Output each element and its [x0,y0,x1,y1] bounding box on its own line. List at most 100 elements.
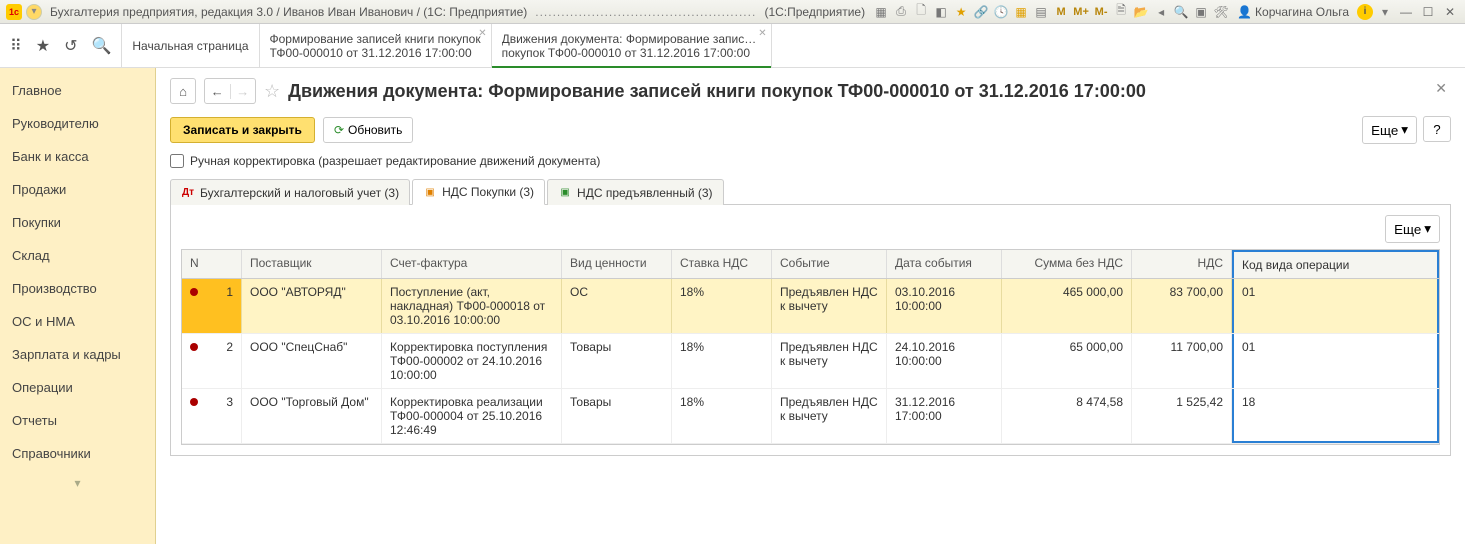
doc-icon[interactable]: 🗋 [913,4,929,20]
back-small-icon[interactable]: ◂ [1153,4,1169,20]
close-window-button[interactable]: ✕ [1441,4,1459,20]
register-icon: ▣ [423,185,437,199]
memory-m[interactable]: M [1053,4,1069,20]
manual-correction-checkbox[interactable] [170,154,184,168]
sidebar-item-manager[interactable]: Руководителю [0,107,155,140]
sidebar-item-assets[interactable]: ОС и НМА [0,305,155,338]
sidebar-item-bank[interactable]: Банк и касса [0,140,155,173]
print-icon[interactable]: ⎙ [893,4,909,20]
col-invoice[interactable]: Счет-фактура [382,250,562,278]
col-vat[interactable]: НДС [1132,250,1232,278]
compare-icon[interactable]: ◧ [933,4,949,20]
apps-icon[interactable]: ⠿ [10,36,22,56]
col-date[interactable]: Дата события [887,250,1002,278]
inner-tab-vat-presented[interactable]: ▣ НДС предъявленный (3) [547,179,723,205]
accounting-icon: Дт [181,186,195,200]
tab-movements[interactable]: Движения документа: Формирование записей… [492,24,772,67]
save-close-button[interactable]: Записать и закрыть [170,117,315,143]
link-icon[interactable]: 🔗 [973,4,989,20]
sidebar-item-salary[interactable]: Зарплата и кадры [0,338,155,371]
col-n[interactable]: N [182,250,242,278]
sidebar-item-production[interactable]: Производство [0,272,155,305]
maximize-button[interactable]: ☐ [1419,4,1437,20]
search-icon[interactable]: 🔍 [91,36,111,56]
info-icon[interactable]: i [1357,4,1373,20]
tab-label: Движения документа: Формирование записей… [502,32,761,46]
table-row[interactable]: 2 ООО "СпецСнаб" Корректировка поступлен… [182,334,1439,389]
tab-label: покупок ТФ00-000010 от 31.12.2016 17:00:… [502,46,761,60]
sidebar-item-operations[interactable]: Операции [0,371,155,404]
memory-mminus[interactable]: M- [1093,4,1109,20]
nav-buttons: ← → [204,78,256,104]
col-sum[interactable]: Сумма без НДС [1002,250,1132,278]
grid-icon[interactable]: ▦ [873,4,889,20]
table-row[interactable]: 1 ООО "АВТОРЯД" Поступление (акт, наклад… [182,279,1439,334]
col-supplier[interactable]: Поставщик [242,250,382,278]
help-button[interactable]: ? [1423,116,1451,142]
row-invoice: Корректировка поступления ТФ00-000002 от… [382,334,562,388]
sidebar-item-main[interactable]: Главное [0,74,155,107]
inner-tab-label: НДС предъявленный (3) [577,186,712,200]
row-date: 31.12.2016 17:00:00 [887,389,1002,443]
row-type: ОС [562,279,672,333]
page-icon[interactable]: 🗎 [1113,4,1129,20]
calendar-icon[interactable]: ▤ [1033,4,1049,20]
row-code-cell: 01 [1232,334,1439,388]
col-event[interactable]: Событие [772,250,887,278]
inner-tab-accounting[interactable]: Дт Бухгалтерский и налоговый учет (3) [170,179,410,205]
col-code[interactable]: Код вида операции [1232,250,1439,278]
dropdown-icon[interactable]: ▾ [26,4,42,20]
back-button[interactable]: ← [205,84,231,99]
col-type[interactable]: Вид ценности [562,250,672,278]
tool-icon[interactable]: 🛠 [1213,4,1229,20]
grid-more-button[interactable]: Еще ▾ [1385,215,1440,243]
user-label[interactable]: 👤 Корчагина Ольга [1237,5,1349,19]
minimize-button[interactable]: — [1397,4,1415,20]
tab-label: Начальная страница [132,39,248,53]
sidebar-item-reports[interactable]: Отчеты [0,404,155,437]
home-button[interactable]: ⌂ [170,78,196,104]
more-button[interactable]: Еще ▾ [1362,116,1417,144]
row-dot-icon [190,288,198,296]
inner-tab-vat-purchases[interactable]: ▣ НДС Покупки (3) [412,179,545,205]
close-page-button[interactable]: ✕ [1435,80,1447,97]
tab-formation[interactable]: Формирование записей книги покупок ТФ00-… [260,24,492,67]
tab-home[interactable]: Начальная страница [122,24,259,67]
sidebar-item-purchases[interactable]: Покупки [0,206,155,239]
info-dropdown-icon[interactable]: ▾ [1377,4,1393,20]
tab-close-icon[interactable]: ✕ [758,28,766,39]
col-rate[interactable]: Ставка НДС [672,250,772,278]
sidebar-item-directories[interactable]: Справочники [0,437,155,470]
row-date: 03.10.2016 10:00:00 [887,279,1002,333]
star-icon[interactable]: ★ [953,4,969,20]
refresh-button[interactable]: ⟳ Обновить [323,117,413,143]
refresh-label: Обновить [348,123,402,137]
sidebar-item-sales[interactable]: Продажи [0,173,155,206]
sidebar-item-warehouse[interactable]: Склад [0,239,155,272]
favorite-icon[interactable]: ★ [36,36,50,56]
panel-icon[interactable]: ▣ [1193,4,1209,20]
row-dot-icon [190,398,198,406]
window-suffix: (1С:Предприятие) [764,5,865,19]
row-dot-icon [190,343,198,351]
folder-icon[interactable]: 📂 [1133,4,1149,20]
user-icon: 👤 [1237,5,1252,19]
row-rate: 18% [672,389,772,443]
tab-close-icon[interactable]: ✕ [478,28,486,39]
search-small-icon[interactable]: 🔍 [1173,4,1189,20]
clock-icon[interactable]: 🕓 [993,4,1009,20]
history-icon[interactable]: ↺ [64,36,77,56]
row-invoice: Корректировка реализации ТФ00-000004 от … [382,389,562,443]
row-supplier: ООО "Торговый Дом" [242,389,382,443]
manual-correction-label: Ручная корректировка (разрешает редактир… [190,154,600,168]
row-rate: 18% [672,334,772,388]
sidebar: Главное Руководителю Банк и касса Продаж… [0,68,156,544]
refresh-icon: ⟳ [334,123,344,137]
sidebar-expand-icon[interactable]: ▾ [0,470,155,496]
table-row[interactable]: 3 ООО "Торговый Дом" Корректировка реали… [182,389,1439,444]
favorite-outline-icon[interactable]: ☆ [264,81,280,102]
forward-button[interactable]: → [231,84,256,99]
memory-mplus[interactable]: M+ [1073,4,1089,20]
calc-icon[interactable]: ▦ [1013,4,1029,20]
row-event: Предъявлен НДС к вычету [772,334,887,388]
